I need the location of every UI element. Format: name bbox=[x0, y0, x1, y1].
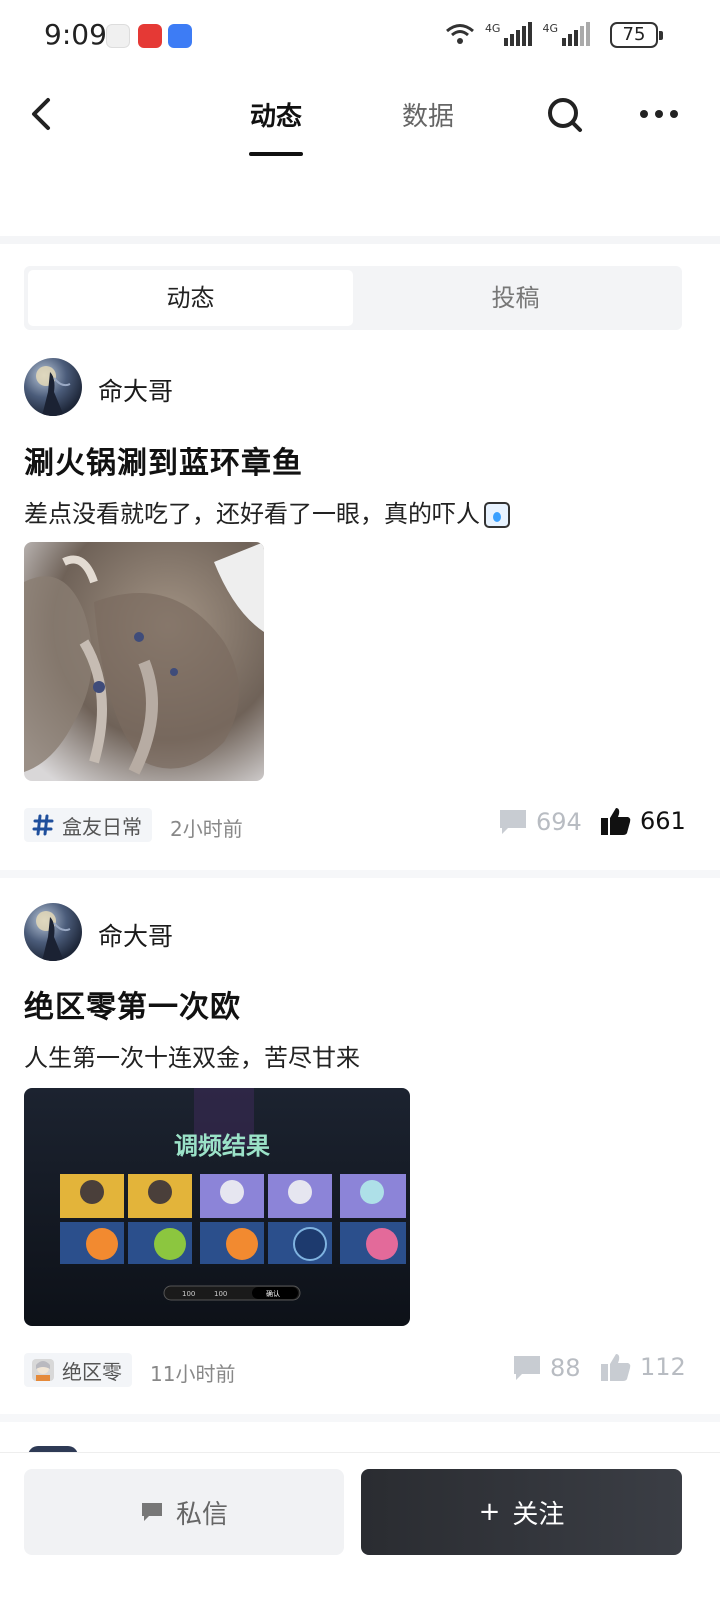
battery-icon: 75 bbox=[610, 22, 663, 48]
tab-dynamic[interactable]: 动态 bbox=[250, 96, 302, 133]
octopus-photo bbox=[24, 542, 264, 781]
message-button-label: 私信 bbox=[175, 1499, 228, 1530]
avatar-image bbox=[36, 911, 71, 961]
follow-button-label: 关注 bbox=[512, 1499, 565, 1530]
status-time: 9:09 bbox=[44, 18, 107, 51]
top-nav: 动态 数据 bbox=[0, 72, 720, 162]
image-count-2: 100 bbox=[214, 1290, 227, 1298]
divider bbox=[0, 236, 720, 244]
image-confirm: 确认 bbox=[266, 1289, 280, 1298]
hashtag-icon bbox=[32, 814, 54, 836]
tab-data[interactable]: 数据 bbox=[402, 96, 454, 133]
game-tag-label: 绝区零 bbox=[62, 1359, 122, 1384]
segment-dynamic[interactable]: 动态 bbox=[28, 270, 353, 326]
thumbs-up-icon bbox=[601, 808, 631, 835]
segment-submissions[interactable]: 投稿 bbox=[353, 270, 678, 326]
active-tab-indicator bbox=[249, 152, 303, 156]
avatar[interactable] bbox=[24, 903, 82, 961]
segment-control: 动态 投稿 bbox=[24, 266, 682, 330]
like-count[interactable]: 661 bbox=[600, 806, 686, 836]
post-divider bbox=[0, 870, 720, 878]
topic-tag[interactable]: 盒友日常 bbox=[24, 808, 152, 842]
notification-app-icon bbox=[106, 24, 130, 48]
like-count[interactable]: 112 bbox=[600, 1352, 686, 1382]
more-icon[interactable] bbox=[640, 110, 680, 120]
signal-icon: 4G bbox=[542, 22, 590, 46]
comment-icon bbox=[514, 1356, 540, 1380]
comment-icon bbox=[500, 810, 526, 834]
back-icon[interactable] bbox=[24, 94, 60, 134]
post-time: 11小时前 bbox=[150, 1362, 236, 1386]
signal-icon: 4G bbox=[485, 22, 533, 46]
post-image[interactable] bbox=[24, 542, 264, 781]
comment-count[interactable]: 88 bbox=[512, 1354, 581, 1382]
author-name[interactable]: 命大哥 bbox=[98, 372, 173, 408]
avatar[interactable] bbox=[24, 358, 82, 416]
comment-count[interactable]: 694 bbox=[498, 808, 582, 836]
message-icon bbox=[141, 1503, 162, 1521]
message-button[interactable]: 私信 bbox=[24, 1469, 344, 1555]
status-icons: 4G 4G bbox=[445, 22, 590, 46]
follow-button[interactable]: + 关注 bbox=[361, 1469, 682, 1555]
scared-emoji-icon bbox=[484, 502, 510, 528]
post-divider bbox=[0, 1414, 720, 1422]
profile-page: 9:09 4G 4G 75 动态 数据 动态 投稿 命大哥 涮火锅涮到蓝环章鱼 … bbox=[0, 0, 720, 1602]
author-name[interactable]: 命大哥 bbox=[98, 917, 173, 953]
notification-app-icon bbox=[168, 24, 192, 48]
post-time: 2小时前 bbox=[170, 817, 243, 841]
post-body: 人生第一次十连双金，苦尽甘来 bbox=[24, 1044, 360, 1072]
status-bar: 9:09 4G 4G 75 bbox=[0, 0, 720, 72]
search-icon[interactable] bbox=[546, 96, 584, 134]
post-body: 差点没看就吃了，还好看了一眼，真的吓人 bbox=[24, 494, 510, 529]
post-body-text: 差点没看就吃了，还好看了一眼，真的吓人 bbox=[24, 500, 480, 528]
thumbs-up-icon bbox=[601, 1354, 631, 1381]
notification-app-icon bbox=[138, 24, 162, 48]
game-avatar-icon bbox=[32, 1359, 54, 1381]
plus-icon: + bbox=[478, 1497, 501, 1527]
wifi-icon bbox=[445, 24, 474, 44]
topic-tag-label: 盒友日常 bbox=[62, 814, 142, 839]
image-title: 调频结果 bbox=[174, 1132, 270, 1160]
game-tag[interactable]: 绝区零 bbox=[24, 1353, 132, 1387]
gacha-result-photo: 调频结果 100 100 确认 bbox=[24, 1088, 410, 1326]
post-title[interactable]: 涮火锅涮到蓝环章鱼 bbox=[24, 438, 303, 482]
avatar-image bbox=[36, 366, 71, 416]
bottom-action-bar: 私信 + 关注 bbox=[0, 1452, 720, 1602]
post-title[interactable]: 绝区零第一次欧 bbox=[24, 982, 241, 1026]
post-image[interactable]: 调频结果 100 100 确认 bbox=[24, 1088, 410, 1326]
image-count-1: 100 bbox=[182, 1290, 195, 1298]
